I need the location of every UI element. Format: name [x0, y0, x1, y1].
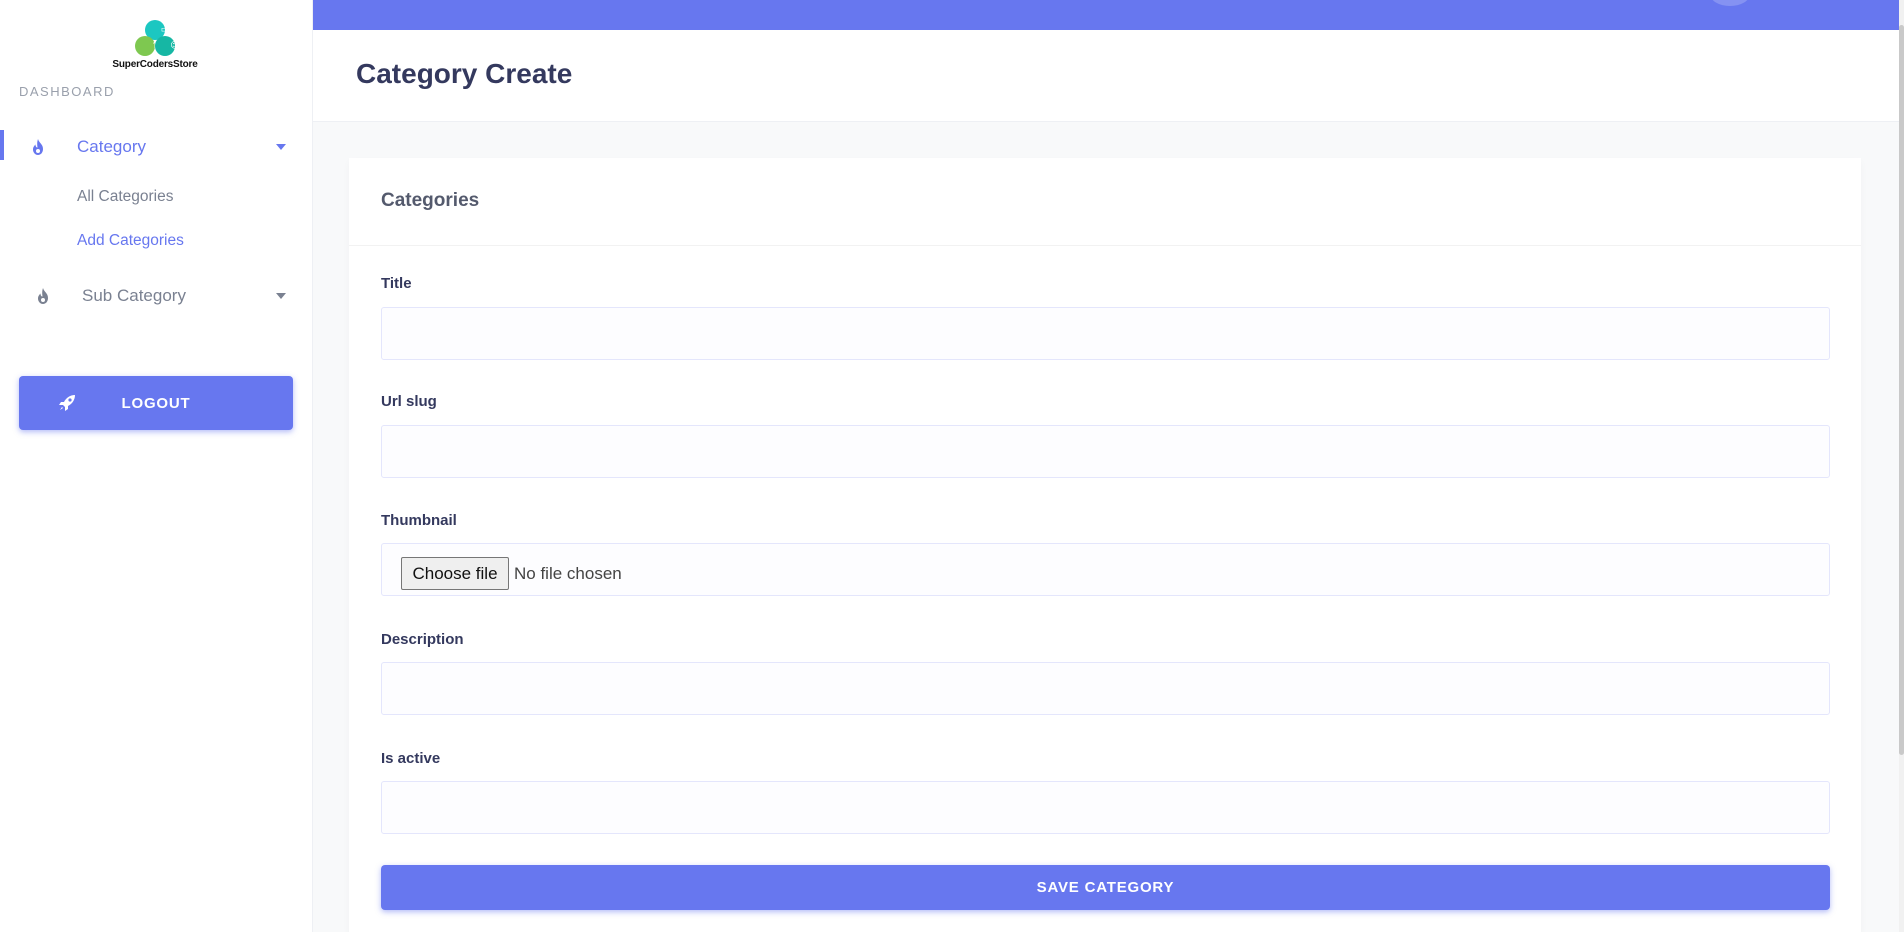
- sidebar-item-all-categories[interactable]: All Categories: [77, 188, 174, 206]
- fire-icon: [38, 288, 48, 304]
- logout-label: LOGOUT: [121, 394, 191, 412]
- sidebar-menu-category[interactable]: Category: [0, 124, 313, 170]
- url-slug-label: Url slug: [381, 393, 437, 410]
- thumbnail-label: Thumbnail: [381, 512, 457, 529]
- description-label: Description: [381, 631, 464, 648]
- thumbnail-file-input[interactable]: Choose file No file chosen: [381, 543, 1830, 596]
- choose-file-button[interactable]: Choose file: [401, 557, 509, 590]
- url-slug-input[interactable]: [381, 425, 1830, 478]
- top-navbar: [313, 0, 1899, 30]
- page-scrollbar[interactable]: [1899, 0, 1904, 932]
- card-header: Categories: [349, 158, 1861, 246]
- save-category-button[interactable]: SAVE CATEGORY: [381, 865, 1830, 910]
- store-logo-icon: ▭ ↑ ☺: [133, 20, 180, 58]
- fire-icon: [33, 139, 43, 155]
- file-status-text: No file chosen: [514, 564, 622, 583]
- logout-button[interactable]: LOGOUT: [19, 376, 293, 430]
- category-form-card: Categories Title Url slug Thumbnail Choo…: [349, 158, 1861, 932]
- avatar[interactable]: [1710, 0, 1750, 6]
- scrollbar-thumb[interactable]: [1899, 25, 1904, 755]
- sidebar-menu-sub-category-label: Sub Category: [82, 286, 186, 305]
- chevron-down-icon: [276, 293, 286, 299]
- brand-name: SuperCodersStore: [112, 59, 198, 70]
- section-header: Category Create: [313, 30, 1899, 122]
- sidebar-menu-sub-category[interactable]: Sub Category: [0, 273, 313, 319]
- chevron-down-icon: [276, 144, 286, 150]
- title-label: Title: [381, 275, 412, 292]
- sidebar-menu-category-label: Category: [77, 137, 146, 156]
- is-active-label: Is active: [381, 750, 441, 767]
- page-title: Category Create: [356, 58, 573, 89]
- is-active-input[interactable]: [381, 781, 1830, 834]
- sidebar-item-add-categories[interactable]: Add Categories: [77, 232, 184, 250]
- brand-logo[interactable]: ▭ ↑ ☺ SuperCodersStore: [105, 20, 205, 76]
- sidebar: ▭ ↑ ☺ SuperCodersStore DASHBOARD Categor…: [0, 0, 313, 932]
- title-input[interactable]: [381, 307, 1830, 360]
- description-input[interactable]: [381, 662, 1830, 715]
- dashboard-section-label: DASHBOARD: [19, 84, 115, 99]
- card-title: Categories: [381, 190, 480, 211]
